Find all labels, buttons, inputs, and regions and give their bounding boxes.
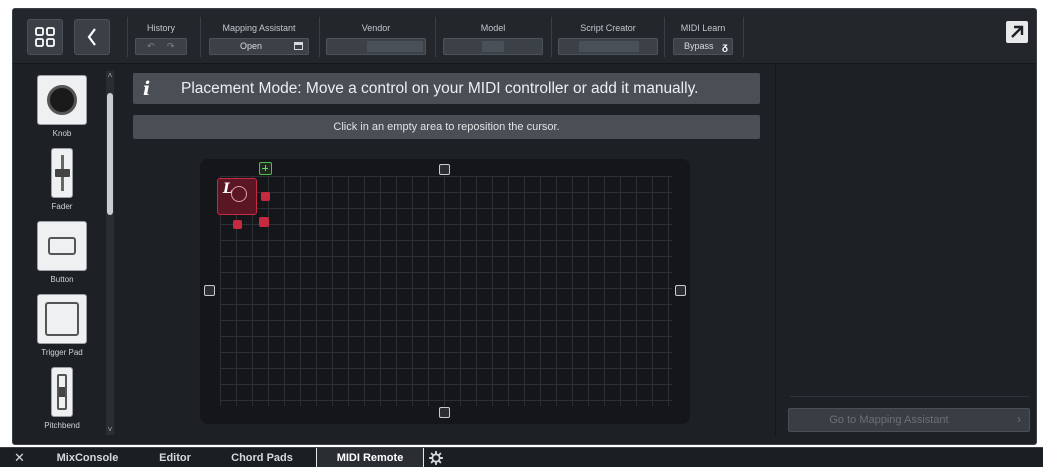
bypass-label: Bypass (684, 41, 714, 51)
palette-item-button[interactable]: Button (37, 221, 87, 284)
placement-grid[interactable] (220, 176, 672, 406)
panel-divider (790, 396, 1029, 397)
knob-outline-icon (231, 186, 247, 202)
toolbar-separator (319, 17, 320, 57)
palette-item-trigger-pad[interactable]: Trigger Pad (37, 294, 87, 357)
undo-icon[interactable]: ↶ (147, 39, 155, 54)
model-value (482, 41, 504, 52)
fader-icon (51, 148, 73, 198)
close-icon[interactable]: ✕ (14, 448, 25, 467)
placement-mode-banner: i Placement Mode: Move a control on your… (133, 73, 760, 104)
midi-learn-bypass-button[interactable]: Bypass ᵹ (673, 38, 733, 55)
history-label: History (146, 23, 175, 33)
scrollbar-thumb[interactable] (107, 93, 113, 215)
placement-cursor-control[interactable]: L (217, 178, 257, 215)
mapping-assistant-label: Mapping Assistant (222, 23, 296, 33)
model-label: Model (480, 23, 506, 33)
add-control-button[interactable] (259, 162, 272, 175)
resize-handle-top[interactable] (439, 164, 450, 175)
tab-chord-pads[interactable]: Chord Pads (216, 448, 308, 467)
resize-handle-right[interactable] (675, 285, 686, 296)
redo-icon[interactable]: ↷ (167, 39, 175, 54)
expand-window-button[interactable] (1006, 21, 1028, 43)
chevron-right-icon: › (1017, 412, 1021, 426)
button-icon (37, 221, 87, 271)
layout-grid-button[interactable] (27, 19, 63, 55)
toolbar-separator (435, 17, 436, 57)
model-select[interactable] (443, 38, 543, 55)
inspector-panel: Go to Mapping Assistant › (775, 65, 1036, 437)
toolbar-separator (200, 17, 201, 57)
resize-handle-dot[interactable] (261, 192, 270, 201)
resize-handle-dot[interactable] (233, 220, 242, 229)
resize-handle-corner[interactable] (259, 217, 269, 227)
scroll-up-icon[interactable]: ˄ (106, 71, 114, 81)
toolbar-separator (664, 17, 665, 57)
palette-label: Trigger Pad (41, 348, 83, 357)
grid-icon (35, 27, 55, 47)
midi-learn-label: MIDI Learn (680, 23, 726, 33)
script-creator-select[interactable] (558, 38, 658, 55)
tab-mixconsole[interactable]: MixConsole (40, 448, 135, 467)
knob-icon (37, 75, 87, 125)
vendor-label: Vendor (361, 23, 391, 33)
collapse-button[interactable] (74, 19, 110, 55)
reposition-hint: Click in an empty area to reposition the… (133, 115, 760, 139)
toolbar-separator (743, 17, 744, 57)
lower-zone-tabbar: ✕ MixConsole Editor Chord Pads MIDI Remo… (0, 447, 1043, 467)
controller-surface-canvas[interactable]: L (200, 159, 690, 424)
info-icon: i (143, 78, 151, 100)
pitchbend-icon (51, 367, 73, 417)
learn-icon: ᵹ (721, 42, 728, 53)
trigger-pad-icon (37, 294, 87, 344)
vendor-select[interactable] (326, 38, 426, 55)
midi-remote-window: History ↶ ↷ Mapping Assistant Open Vendo… (12, 8, 1037, 445)
palette-label: Pitchbend (44, 421, 80, 430)
palette-item-pitchbend[interactable]: Pitchbend (37, 367, 87, 430)
palette-label: Fader (51, 202, 73, 211)
palette-label: Button (50, 275, 74, 284)
vendor-value (367, 41, 423, 52)
resize-handle-left[interactable] (204, 285, 215, 296)
palette-item-knob[interactable]: Knob (37, 75, 87, 138)
chevron-left-icon (87, 28, 96, 46)
open-label: Open (240, 41, 263, 51)
placement-message: Placement Mode: Move a control on your M… (181, 80, 699, 97)
tab-editor[interactable]: Editor (140, 448, 210, 467)
tab-midi-remote[interactable]: MIDI Remote (316, 448, 424, 467)
resize-handle-bottom[interactable] (439, 407, 450, 418)
go-to-mapping-assistant-button[interactable]: Go to Mapping Assistant › (788, 408, 1030, 432)
script-creator-label: Script Creator (580, 23, 636, 33)
script-creator-value (579, 41, 639, 52)
arrow-up-right-icon (1011, 25, 1024, 38)
palette-item-fader[interactable]: Fader (37, 148, 87, 211)
goto-label: Go to Mapping Assistant (829, 414, 949, 426)
toolbar-separator (127, 17, 128, 57)
toolbar: History ↶ ↷ Mapping Assistant Open Vendo… (13, 9, 1036, 64)
scroll-down-icon[interactable]: ˅ (106, 425, 114, 435)
window-icon (294, 42, 303, 50)
gear-icon[interactable] (429, 451, 443, 465)
mapping-assistant-open-button[interactable]: Open (209, 38, 309, 55)
history-controls: ↶ ↷ (135, 38, 187, 55)
palette-scrollbar[interactable]: ˄ ˅ (106, 71, 114, 435)
toolbar-separator (551, 17, 552, 57)
control-palette: Knob Fader Button Trigger Pad Pitchbend (13, 65, 105, 437)
palette-label: Knob (52, 129, 72, 138)
